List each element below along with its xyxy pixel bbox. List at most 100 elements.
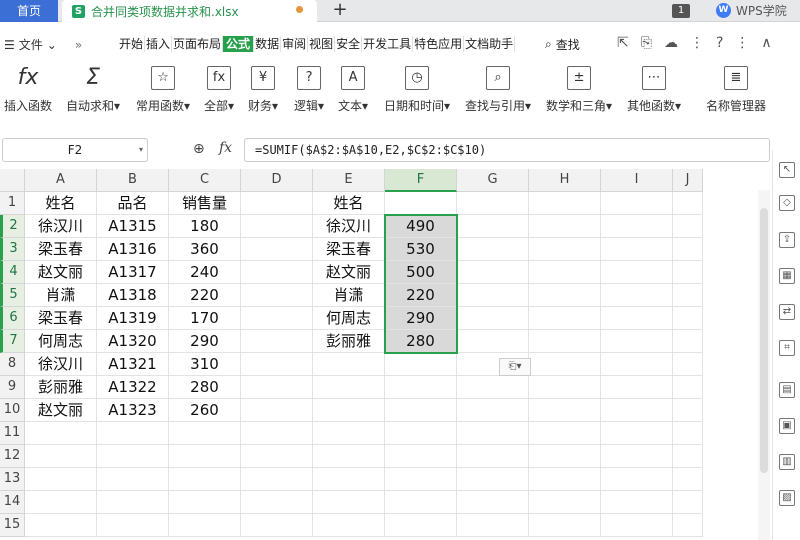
- cell-B11[interactable]: [97, 422, 169, 445]
- ribbon-button-5[interactable]: ? 逻辑▾: [294, 66, 324, 114]
- cell-E6[interactable]: 何周志: [313, 307, 385, 330]
- cell-H1[interactable]: [529, 192, 601, 215]
- toolbar-icon-2[interactable]: ☁: [664, 35, 678, 51]
- cell-H5[interactable]: [529, 284, 601, 307]
- ribbon-button-4[interactable]: ¥ 财务▾: [248, 66, 278, 114]
- cell-G10[interactable]: [457, 399, 529, 422]
- cell-E15[interactable]: [313, 514, 385, 537]
- side-tool-icon-6[interactable]: ▤: [779, 382, 795, 398]
- cell-D14[interactable]: [241, 491, 313, 514]
- cell-J5[interactable]: [673, 284, 703, 307]
- column-header-J[interactable]: J: [673, 169, 703, 192]
- tab-4[interactable]: 数据: [254, 36, 282, 52]
- cell-H9[interactable]: [529, 376, 601, 399]
- cell-E8[interactable]: [313, 353, 385, 376]
- row-header-3[interactable]: 3: [0, 238, 25, 261]
- cell-F12[interactable]: [385, 445, 457, 468]
- toolbar-icon-1[interactable]: ⎘: [641, 35, 652, 51]
- cell-H14[interactable]: [529, 491, 601, 514]
- cell-F15[interactable]: [385, 514, 457, 537]
- cell-A10[interactable]: 赵文丽: [25, 399, 97, 422]
- tab-7[interactable]: 安全: [335, 36, 363, 52]
- cell-D12[interactable]: [241, 445, 313, 468]
- cell-B10[interactable]: A1323: [97, 399, 169, 422]
- more-menus-icon[interactable]: »: [75, 38, 82, 52]
- tab-0[interactable]: 开始: [118, 36, 146, 52]
- cell-I15[interactable]: [601, 514, 673, 537]
- column-header-I[interactable]: I: [601, 169, 673, 192]
- cell-B14[interactable]: [97, 491, 169, 514]
- cell-F14[interactable]: [385, 491, 457, 514]
- cell-A6[interactable]: 梁玉春: [25, 307, 97, 330]
- cell-A5[interactable]: 肖潇: [25, 284, 97, 307]
- cell-A7[interactable]: 何周志: [25, 330, 97, 353]
- cell-F6[interactable]: 290: [385, 307, 457, 330]
- cell-D5[interactable]: [241, 284, 313, 307]
- cell-I10[interactable]: [601, 399, 673, 422]
- cell-J13[interactable]: [673, 468, 703, 491]
- cell-F4[interactable]: 500: [385, 261, 457, 284]
- cell-D15[interactable]: [241, 514, 313, 537]
- cell-H15[interactable]: [529, 514, 601, 537]
- cell-B5[interactable]: A1318: [97, 284, 169, 307]
- column-header-C[interactable]: C: [169, 169, 241, 192]
- cell-C14[interactable]: [169, 491, 241, 514]
- cell-G15[interactable]: [457, 514, 529, 537]
- side-tool-icon-7[interactable]: ▣: [779, 418, 795, 434]
- formula-input[interactable]: =SUMIF($A$2:$A$10,E2,$C$2:$C$10): [244, 138, 770, 162]
- column-header-D[interactable]: D: [241, 169, 313, 192]
- select-all-corner[interactable]: [0, 169, 25, 192]
- row-header-7[interactable]: 7: [0, 330, 25, 353]
- new-tab-button[interactable]: +: [330, 0, 350, 22]
- cell-I11[interactable]: [601, 422, 673, 445]
- ribbon-button-2[interactable]: ☆ 常用函数▾: [136, 66, 190, 114]
- ribbon-button-7[interactable]: ◷ 日期和时间▾: [384, 66, 450, 114]
- cell-E4[interactable]: 赵文丽: [313, 261, 385, 284]
- cell-G9[interactable]: [457, 376, 529, 399]
- cell-F7[interactable]: 280: [385, 330, 457, 353]
- cell-I9[interactable]: [601, 376, 673, 399]
- cell-J10[interactable]: [673, 399, 703, 422]
- cell-H10[interactable]: [529, 399, 601, 422]
- cell-J8[interactable]: [673, 353, 703, 376]
- cell-D10[interactable]: [241, 399, 313, 422]
- cell-J15[interactable]: [673, 514, 703, 537]
- ribbon-button-9[interactable]: ± 数学和三角▾: [546, 66, 612, 114]
- cell-C15[interactable]: [169, 514, 241, 537]
- cell-D9[interactable]: [241, 376, 313, 399]
- cell-G11[interactable]: [457, 422, 529, 445]
- name-box[interactable]: F2 ▾: [2, 138, 148, 162]
- cell-A8[interactable]: 徐汉川: [25, 353, 97, 376]
- cell-D2[interactable]: [241, 215, 313, 238]
- ribbon-button-11[interactable]: ≣ 名称管理器: [706, 66, 766, 114]
- cell-D8[interactable]: [241, 353, 313, 376]
- cell-H7[interactable]: [529, 330, 601, 353]
- cell-H8[interactable]: [529, 353, 601, 376]
- row-header-5[interactable]: 5: [0, 284, 25, 307]
- cell-F2[interactable]: 490: [385, 215, 457, 238]
- cell-B6[interactable]: A1319: [97, 307, 169, 330]
- ribbon-button-3[interactable]: fx 全部▾: [204, 66, 234, 114]
- toolbar-icon-0[interactable]: ⇱: [617, 35, 629, 51]
- cell-I13[interactable]: [601, 468, 673, 491]
- cell-G12[interactable]: [457, 445, 529, 468]
- row-header-6[interactable]: 6: [0, 307, 25, 330]
- ribbon-button-10[interactable]: ⋯ 其他函数▾: [627, 66, 681, 114]
- cell-E11[interactable]: [313, 422, 385, 445]
- cell-C9[interactable]: 280: [169, 376, 241, 399]
- cell-I5[interactable]: [601, 284, 673, 307]
- ribbon-button-6[interactable]: A 文本▾: [338, 66, 368, 114]
- cell-J2[interactable]: [673, 215, 703, 238]
- cell-A2[interactable]: 徐汉川: [25, 215, 97, 238]
- row-header-15[interactable]: 15: [0, 514, 25, 537]
- cell-F13[interactable]: [385, 468, 457, 491]
- cell-J9[interactable]: [673, 376, 703, 399]
- cell-B9[interactable]: A1322: [97, 376, 169, 399]
- side-tool-icon-3[interactable]: ▦: [779, 268, 795, 284]
- cell-C2[interactable]: 180: [169, 215, 241, 238]
- cell-C1[interactable]: 销售量: [169, 192, 241, 215]
- spreadsheet-grid[interactable]: A B C D E F G H I J 1 姓名 品名 销售量 姓名 2 徐汉川 A1315 180 徐汉川 490 3 梁…: [0, 169, 758, 540]
- side-tool-icon-0[interactable]: ↖: [779, 162, 795, 178]
- column-header-G[interactable]: G: [457, 169, 529, 192]
- column-header-H[interactable]: H: [529, 169, 601, 192]
